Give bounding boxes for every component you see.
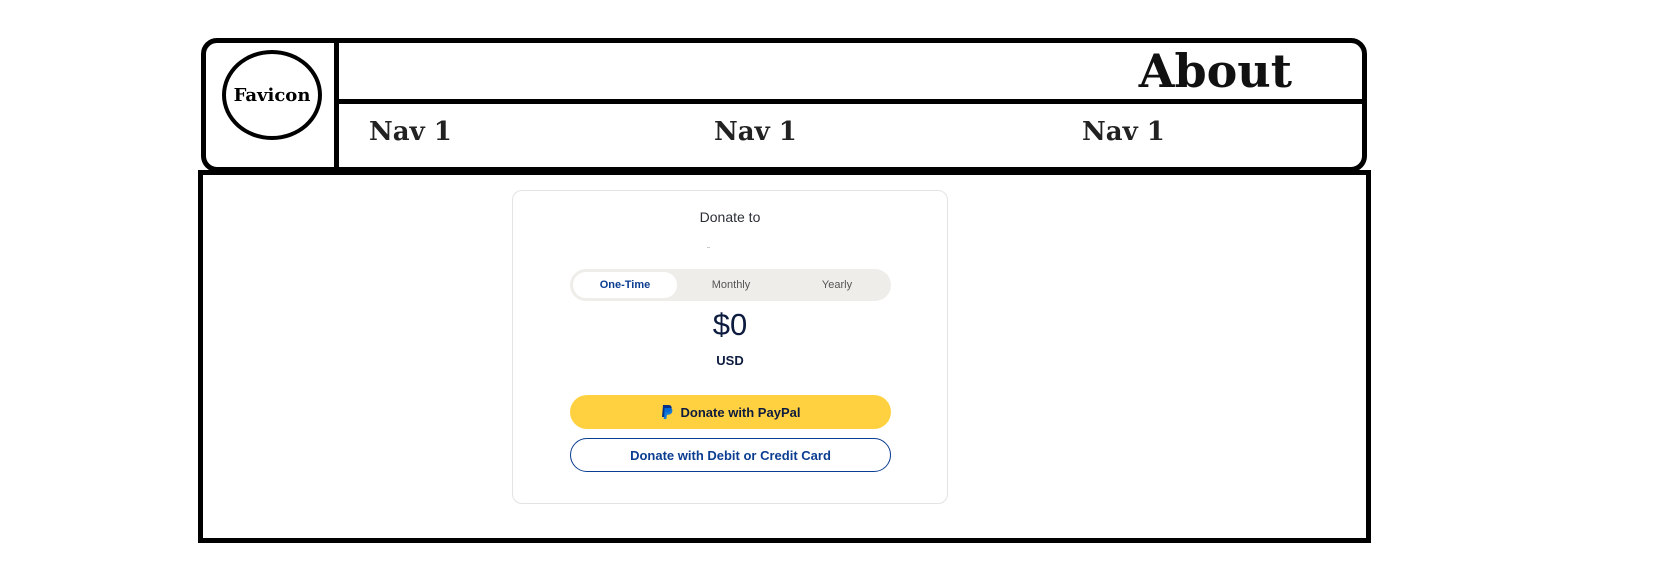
nav-bar: Nav 1 Nav 1 Nav 1 [339, 104, 1362, 167]
donate-paypal-button[interactable]: Donate with PayPal [570, 395, 891, 429]
paypal-icon [661, 404, 673, 420]
title-bar: About [339, 43, 1362, 104]
nav-item-1[interactable]: Nav 1 [369, 114, 452, 150]
frequency-yearly-tab[interactable]: Yearly [785, 272, 889, 298]
donate-card-label: Donate with Debit or Credit Card [630, 447, 831, 463]
currency-label: USD [716, 353, 744, 368]
donate-heading: Donate to [699, 209, 761, 225]
page-title: About [1138, 44, 1292, 98]
donate-card-button[interactable]: Donate with Debit or Credit Card [570, 438, 891, 472]
logo-cell: Favicon [206, 43, 339, 167]
recipient-placeholder [707, 247, 710, 248]
donate-widget: Donate to One-Time Monthly Yearly $0 USD… [512, 190, 948, 504]
favicon-logo[interactable]: Favicon [222, 50, 322, 140]
nav-item-2[interactable]: Nav 1 [714, 114, 797, 150]
frequency-one-time-tab[interactable]: One-Time [573, 272, 677, 298]
frequency-monthly-tab[interactable]: Monthly [679, 272, 783, 298]
frequency-toggle: One-Time Monthly Yearly [570, 269, 891, 301]
site-header: Favicon About Nav 1 Nav 1 Nav 1 [201, 38, 1367, 172]
donate-paypal-label: Donate with PayPal [680, 404, 801, 420]
donation-amount[interactable]: $0 [513, 307, 947, 343]
nav-item-3[interactable]: Nav 1 [1082, 114, 1165, 150]
